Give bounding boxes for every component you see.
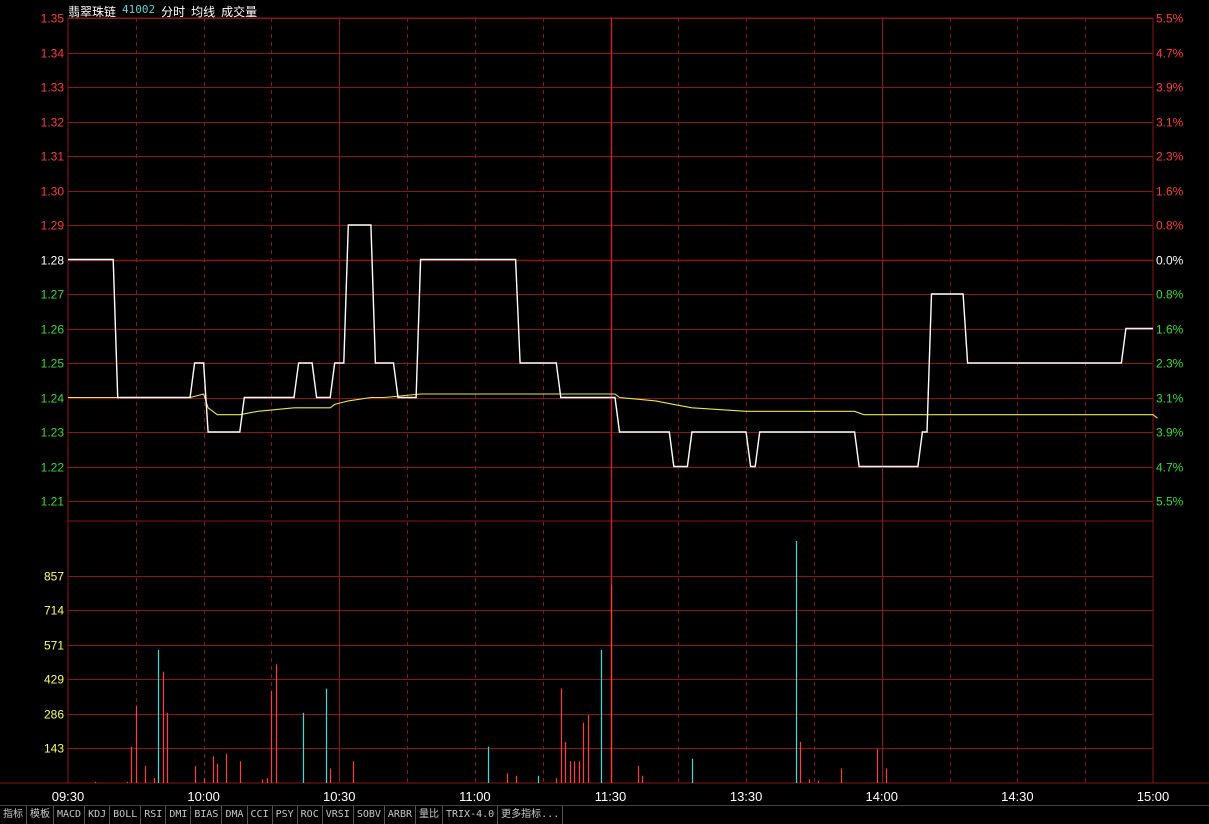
- tab-macd[interactable]: MACD: [54, 806, 86, 824]
- tab-dma[interactable]: DMA: [222, 806, 248, 824]
- price-tick-label: 1.27: [41, 288, 65, 302]
- tab-volume-ratio[interactable]: 量比: [416, 806, 443, 824]
- tab-template[interactable]: 模板: [27, 806, 54, 824]
- indicator-toolbar: 指标 模板 MACD KDJ BOLL RSI DMI BIAS DMA CCI…: [0, 805, 1209, 824]
- percent-tick-label: 4.7%: [1156, 47, 1184, 61]
- percent-tick-label: 2.3%: [1156, 150, 1184, 164]
- stock-code: 41002: [122, 3, 156, 16]
- percent-tick-label: 3.1%: [1156, 116, 1184, 130]
- percent-tick-label: 0.8%: [1156, 288, 1184, 302]
- tab-dmi[interactable]: DMI: [166, 806, 192, 824]
- percent-tick-label: 3.9%: [1156, 426, 1184, 440]
- label-intraday: 分时: [161, 5, 186, 19]
- price-tick-label: 1.32: [41, 116, 65, 130]
- price-tick-label: 1.28: [41, 254, 65, 268]
- tab-psy[interactable]: PSY: [273, 806, 298, 824]
- price-tick-label: 1.30: [41, 185, 65, 199]
- volume-tick-label: 286: [44, 708, 64, 722]
- plot-frame: [67, 17, 1154, 784]
- time-tick-label: 10:30: [323, 789, 356, 804]
- volume-tick-label: 571: [44, 639, 64, 653]
- price-tick-label: 1.23: [41, 426, 65, 440]
- price-tick-label: 1.35: [41, 12, 65, 26]
- percent-tick-label: 5.5%: [1156, 495, 1184, 509]
- time-tick-label: 14:30: [1001, 789, 1034, 804]
- time-tick-label: 09:30: [52, 789, 85, 804]
- time-tick-label: 11:00: [459, 789, 491, 804]
- time-tick-label: 11:30: [595, 789, 627, 804]
- price-tick-label: 1.24: [41, 392, 65, 406]
- volume-tick-label: 857: [44, 570, 64, 584]
- tab-kdj[interactable]: KDJ: [85, 806, 111, 824]
- percent-tick-label: 0.0%: [1156, 254, 1184, 268]
- percent-tick-label: 1.6%: [1156, 185, 1184, 199]
- percent-tick-label: 3.1%: [1156, 392, 1184, 406]
- price-tick-label: 1.22: [41, 461, 65, 475]
- tab-cci[interactable]: CCI: [248, 806, 273, 824]
- time-tick-label: 15:00: [1137, 789, 1170, 804]
- tab-roc[interactable]: ROC: [298, 806, 323, 824]
- price-tick-label: 1.33: [41, 81, 65, 95]
- tab-bias[interactable]: BIAS: [191, 806, 223, 824]
- label-volume: 成交量: [221, 5, 258, 19]
- tab-more-indicators[interactable]: 更多指标...: [498, 806, 564, 824]
- price-tick-label: 1.29: [41, 219, 65, 233]
- label-average: 均线: [191, 5, 216, 19]
- percent-tick-label: 2.3%: [1156, 357, 1184, 371]
- time-tick-label: 14:00: [865, 789, 898, 804]
- price-tick-label: 1.25: [41, 357, 65, 371]
- price-tick-label: 1.21: [41, 495, 65, 509]
- tab-trix[interactable]: TRIX-4.0: [443, 806, 499, 824]
- percent-tick-label: 0.8%: [1156, 219, 1184, 233]
- chart-title: 翡翠珠链 41002 分时 均线 成交量: [68, 3, 257, 19]
- tab-vrsi[interactable]: VRSI: [323, 806, 354, 824]
- time-tick-label: 10:00: [187, 789, 220, 804]
- volume-tick-label: 714: [44, 604, 64, 618]
- percent-tick-label: 5.5%: [1156, 12, 1184, 26]
- tab-boll[interactable]: BOLL: [110, 806, 142, 824]
- tab-sobv[interactable]: SOBV: [354, 806, 385, 824]
- percent-tick-label: 3.9%: [1156, 81, 1184, 95]
- price-tick-label: 1.34: [41, 47, 65, 61]
- intraday-chart[interactable]: 1.35 5.5% 1.34 4.7% 1.33 3.9% 1.32 3.1% 1.31 2.3%…: [0, 0, 1209, 805]
- time-tick-label: 13:30: [730, 789, 763, 804]
- tab-rsi[interactable]: RSI: [141, 806, 167, 824]
- price-line: [68, 224, 1153, 468]
- tab-indicator[interactable]: 指标: [0, 806, 27, 824]
- price-tick-label: 1.31: [41, 150, 65, 164]
- percent-tick-label: 1.6%: [1156, 323, 1184, 337]
- volume-tick-label: 143: [44, 742, 64, 756]
- price-tick-label: 1.26: [41, 323, 65, 337]
- tab-arbr[interactable]: ARBR: [385, 806, 416, 824]
- volume-tick-label: 429: [44, 673, 64, 687]
- percent-tick-label: 4.7%: [1156, 461, 1184, 475]
- stock-name: 翡翠珠链: [68, 5, 117, 19]
